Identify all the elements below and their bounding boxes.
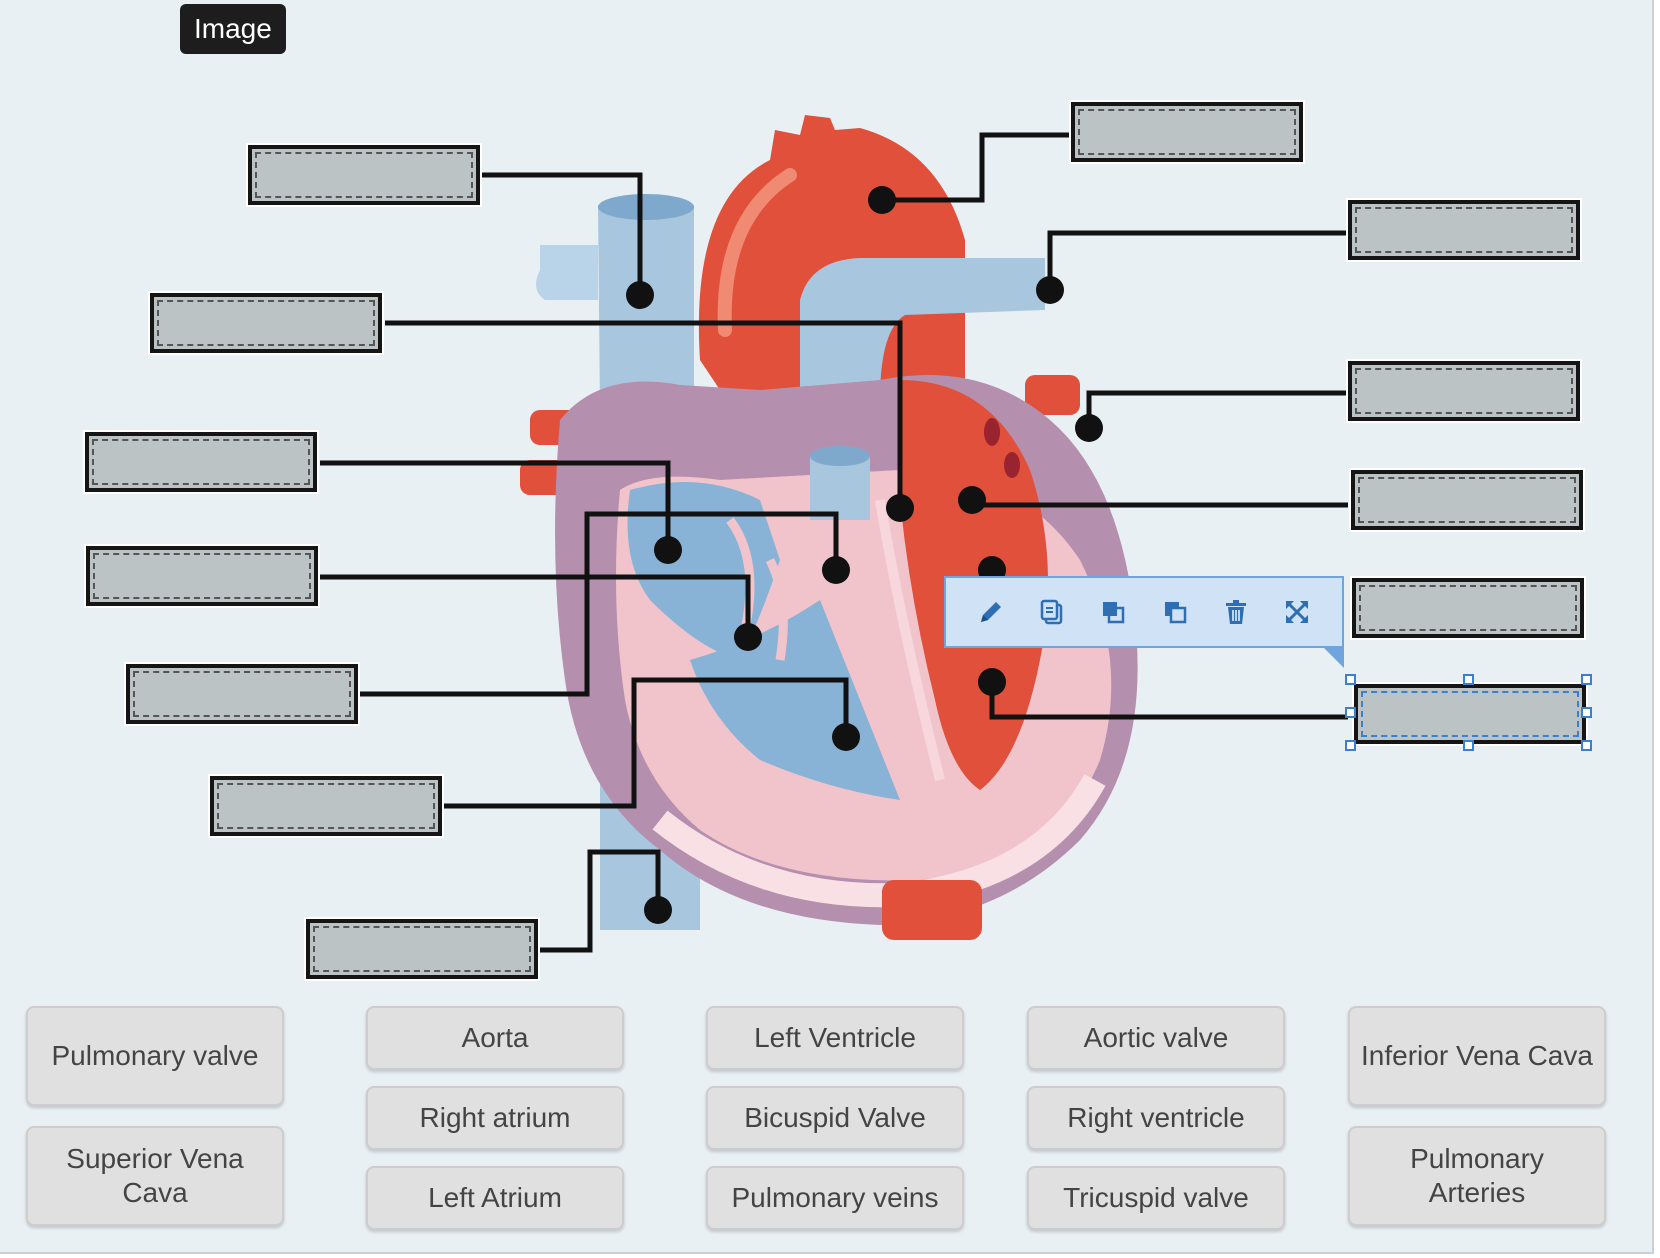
aortic-root-opening	[810, 446, 870, 466]
resize-handle[interactable]	[1581, 707, 1592, 718]
vena-cava-branch	[536, 245, 598, 300]
label-chip[interactable]: Pulmonary Arteries	[1348, 1126, 1606, 1226]
drop-zone[interactable]	[126, 664, 358, 724]
label-chip[interactable]: Right ventricle	[1027, 1086, 1285, 1150]
pin-dot	[868, 186, 896, 214]
drop-zone[interactable]	[1348, 361, 1580, 421]
resize-handle[interactable]	[1463, 674, 1474, 685]
pin-dot	[1075, 414, 1103, 442]
drop-zone[interactable]	[1351, 470, 1583, 530]
pin-dot	[886, 494, 914, 522]
label-chip[interactable]: Bicuspid Valve	[706, 1086, 964, 1150]
descending-aorta-stub	[882, 880, 982, 940]
bring-front-icon[interactable]	[1095, 594, 1131, 630]
pulmonary-vein-opening-1	[984, 418, 1000, 446]
pin-dot	[654, 536, 682, 564]
pulmonary-vein-opening-2	[1004, 452, 1020, 478]
send-back-icon[interactable]	[1157, 594, 1193, 630]
pencil-icon[interactable]	[973, 594, 1009, 630]
drop-zone[interactable]	[1348, 200, 1580, 260]
drop-zone[interactable]	[306, 919, 538, 979]
drop-zone[interactable]	[248, 145, 480, 205]
drop-zone[interactable]	[150, 293, 382, 353]
canvas: Image Pulmonary valve Superior Vena Cava…	[0, 0, 1654, 1254]
drop-zone[interactable]	[85, 432, 317, 492]
resize-handle[interactable]	[1463, 740, 1474, 751]
drop-zone-selected[interactable]	[1354, 684, 1586, 744]
label-chip[interactable]: Pulmonary valve	[26, 1006, 284, 1106]
vena-cava-opening	[598, 194, 694, 220]
pin-dot	[1036, 276, 1064, 304]
label-chip[interactable]: Left Atrium	[366, 1166, 624, 1230]
label-chip[interactable]: Aorta	[366, 1006, 624, 1070]
label-chip[interactable]: Pulmonary veins	[706, 1166, 964, 1230]
pin-dot	[978, 668, 1006, 696]
label-chip[interactable]: Superior Vena Cava	[26, 1126, 284, 1226]
drop-zone[interactable]	[1071, 102, 1303, 162]
pin-dot	[832, 723, 860, 751]
label-chip[interactable]: Right atrium	[366, 1086, 624, 1150]
trash-icon[interactable]	[1218, 594, 1254, 630]
label-chip[interactable]: Aortic valve	[1027, 1006, 1285, 1070]
image-tag: Image	[180, 4, 286, 54]
drop-zone[interactable]	[1352, 578, 1584, 638]
pin-dot	[734, 623, 762, 651]
drop-zone[interactable]	[86, 546, 318, 606]
resize-handle[interactable]	[1345, 674, 1356, 685]
pin-dot	[822, 556, 850, 584]
label-chip[interactable]: Inferior Vena Cava	[1348, 1006, 1606, 1106]
expand-icon[interactable]	[1279, 594, 1315, 630]
resize-handle[interactable]	[1345, 740, 1356, 751]
pin-dot	[626, 281, 654, 309]
label-chip[interactable]: Left Ventricle	[706, 1006, 964, 1070]
resize-handle[interactable]	[1581, 740, 1592, 751]
resize-handle[interactable]	[1581, 674, 1592, 685]
drop-zone[interactable]	[210, 776, 442, 836]
element-toolbar	[944, 576, 1344, 668]
duplicate-icon[interactable]	[1034, 594, 1070, 630]
label-chip[interactable]: Tricuspid valve	[1027, 1166, 1285, 1230]
pin-dot	[644, 896, 672, 924]
pin-dot	[958, 486, 986, 514]
resize-handle[interactable]	[1345, 707, 1356, 718]
